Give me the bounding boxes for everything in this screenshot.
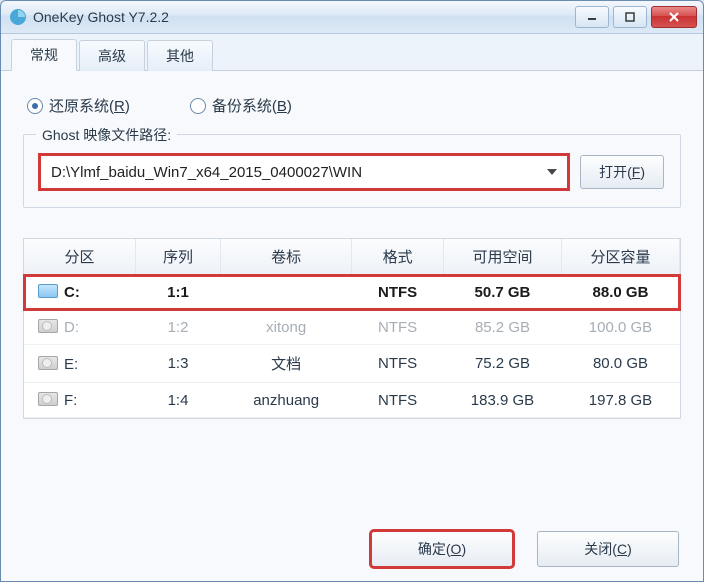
close-dialog-button[interactable]: 关闭(C) (537, 531, 679, 567)
drive-letter: F: (64, 392, 77, 409)
col-free[interactable]: 可用空间 (443, 239, 561, 275)
cell-seq: 1:3 (135, 345, 220, 383)
table-row[interactable]: E: 1:3文档NTFS75.2 GB80.0 GB (24, 345, 680, 383)
cell-seq: 1:1 (135, 275, 220, 310)
radio-dot-icon (190, 98, 206, 114)
col-partition[interactable]: 分区 (24, 239, 135, 275)
partition-table-wrap: 分区 序列 卷标 格式 可用空间 分区容量 C:1:1NTFS50.7 GB88… (23, 238, 681, 419)
ghost-path-combo[interactable]: D:\Ylmf_baidu_Win7_x64_2015_0400027\WIN (40, 155, 568, 189)
partition-table: 分区 序列 卷标 格式 可用空间 分区容量 C:1:1NTFS50.7 GB88… (24, 239, 680, 418)
maximize-button[interactable] (613, 6, 647, 28)
table-row[interactable]: F: 1:4anzhuangNTFS183.9 GB197.8 GB (24, 383, 680, 418)
col-format[interactable]: 格式 (352, 239, 444, 275)
cell-capacity: 100.0 GB (561, 310, 679, 345)
chevron-down-icon (547, 169, 557, 175)
radio-backup[interactable]: 备份系统(B) (190, 95, 292, 116)
footer-buttons: 确定(O) 关闭(C) (371, 531, 679, 567)
tab-advanced[interactable]: 高级 (79, 40, 145, 71)
ok-button[interactable]: 确定(O) (371, 531, 513, 567)
cell-format: NTFS (352, 345, 444, 383)
tab-general[interactable]: 常规 (11, 39, 77, 71)
cell-free: 75.2 GB (443, 345, 561, 383)
cell-format: NTFS (352, 275, 444, 310)
cell-format: NTFS (352, 310, 444, 345)
drive-icon (38, 392, 58, 406)
radio-dot-icon (27, 98, 43, 114)
minimize-button[interactable] (575, 6, 609, 28)
cell-capacity: 88.0 GB (561, 275, 679, 310)
col-label[interactable]: 卷标 (221, 239, 352, 275)
drive-icon (38, 284, 58, 298)
cell-capacity: 80.0 GB (561, 345, 679, 383)
mode-radio-row: 还原系统(R) 备份系统(B) (23, 89, 681, 130)
drive-icon (38, 319, 58, 333)
cell-capacity: 197.8 GB (561, 383, 679, 418)
close-button[interactable] (651, 6, 697, 28)
open-button[interactable]: 打开(F) (580, 155, 664, 189)
ghost-path-group: Ghost 映像文件路径: D:\Ylmf_baidu_Win7_x64_201… (23, 134, 681, 208)
cell-free: 183.9 GB (443, 383, 561, 418)
col-seq[interactable]: 序列 (135, 239, 220, 275)
drive-letter: C: (64, 284, 80, 301)
tab-strip: 常规 高级 其他 (1, 34, 703, 71)
ghost-path-row: D:\Ylmf_baidu_Win7_x64_2015_0400027\WIN … (40, 155, 664, 189)
cell-label: 文档 (221, 345, 352, 383)
ok-button-label: 确定(O) (418, 539, 466, 559)
drive-icon (38, 356, 58, 370)
cell-label: xitong (221, 310, 352, 345)
cell-format: NTFS (352, 383, 444, 418)
radio-backup-label: 备份系统(B) (212, 95, 292, 116)
table-row[interactable]: C: 1:1 NTFS50.7 GB88.0 GB (24, 275, 680, 310)
cell-label: anzhuang (221, 383, 352, 418)
window-buttons (575, 6, 697, 28)
tab-other[interactable]: 其他 (147, 40, 213, 71)
close-button-label: 关闭(C) (584, 539, 631, 559)
cell-free: 85.2 GB (443, 310, 561, 345)
titlebar: OneKey Ghost Y7.2.2 (1, 1, 703, 34)
radio-restore-label: 还原系统(R) (49, 95, 130, 116)
window-title: OneKey Ghost Y7.2.2 (33, 9, 575, 25)
ghost-path-value: D:\Ylmf_baidu_Win7_x64_2015_0400027\WIN (51, 164, 362, 181)
app-icon (9, 8, 27, 26)
app-window: OneKey Ghost Y7.2.2 常规 高级 其他 还原系统(R) (0, 0, 704, 582)
drive-letter: D: (64, 319, 79, 336)
ghost-path-label: Ghost 映像文件路径: (36, 125, 177, 145)
cell-free: 50.7 GB (443, 275, 561, 310)
open-button-label: 打开(F) (599, 162, 645, 182)
col-capacity[interactable]: 分区容量 (561, 239, 679, 275)
drive-letter: E: (64, 356, 78, 373)
table-row[interactable]: D: 1:2xitongNTFS85.2 GB100.0 GB (24, 310, 680, 345)
client-area: 还原系统(R) 备份系统(B) Ghost 映像文件路径: D:\Ylmf_ba… (1, 71, 703, 582)
cell-label (221, 275, 352, 310)
table-header-row: 分区 序列 卷标 格式 可用空间 分区容量 (24, 239, 680, 275)
cell-seq: 1:4 (135, 383, 220, 418)
radio-restore[interactable]: 还原系统(R) (27, 95, 130, 116)
cell-seq: 1:2 (135, 310, 220, 345)
